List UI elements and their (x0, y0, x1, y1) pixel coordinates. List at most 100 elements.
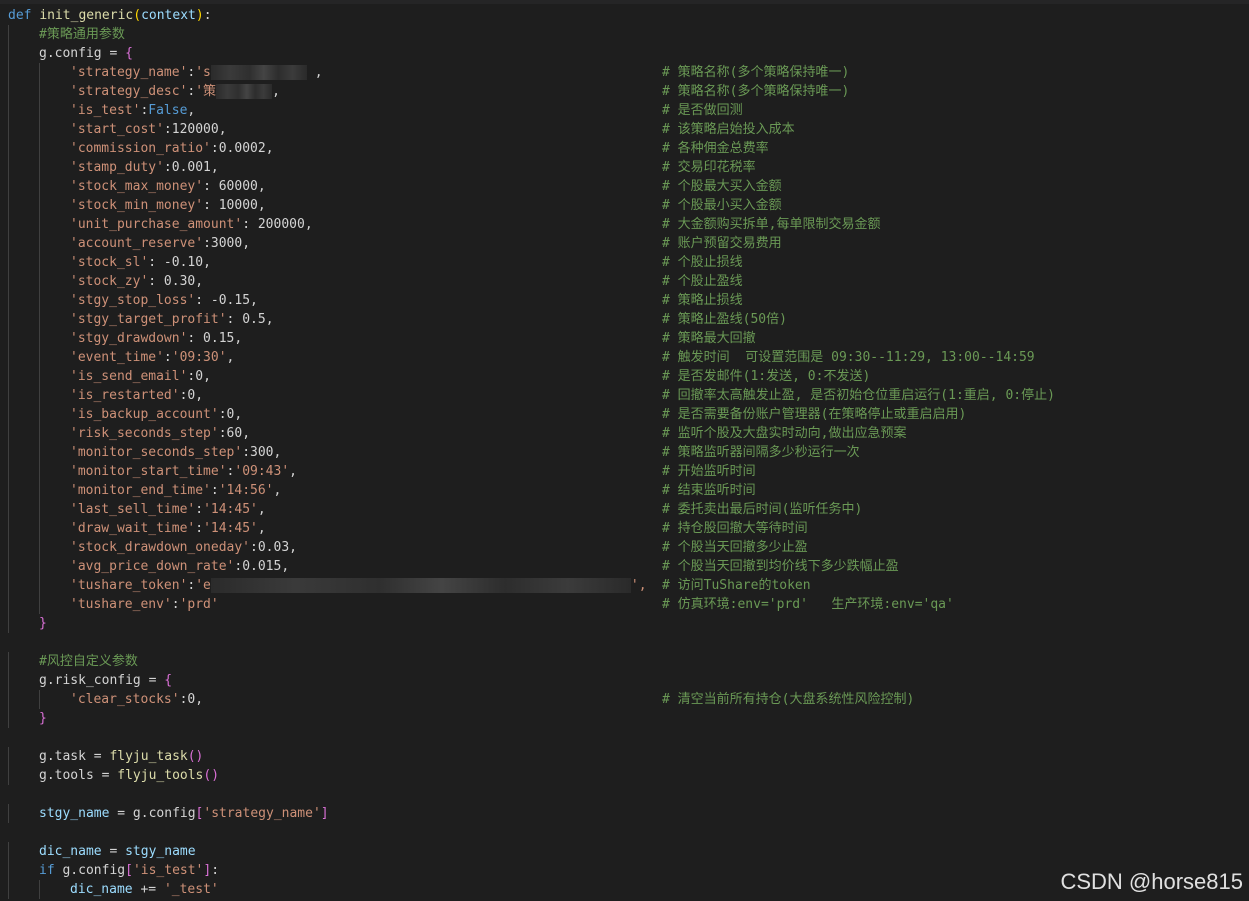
indent-guide (39, 386, 70, 405)
indent-guide (39, 538, 70, 557)
indent-guide (8, 842, 39, 861)
indent-guide (8, 500, 39, 519)
def-keyword: def (8, 8, 40, 23)
config-key: 'strategy_name' (70, 65, 188, 80)
if-line: if g.config['is_test']: (8, 861, 219, 880)
inline-comment: # 仿真环境:env='prd' 生产环境:env='qa' (662, 597, 954, 612)
config-item-line: 'monitor_start_time':'09:43', # 开始监听时间 (8, 462, 756, 481)
config-item-line: 'account_reserve':3000, # 账户预留交易费用 (8, 234, 782, 253)
dic-name-src: stgy_name (125, 844, 196, 859)
inline-comment: # 结束监听时间 (662, 483, 756, 498)
config-key: 'risk_seconds_step' (70, 426, 219, 441)
tools-line: g.tools = flyju_tools() (8, 766, 219, 785)
indent-guide (39, 63, 70, 82)
config-value: 3000 (210, 236, 243, 251)
indent-guide (8, 766, 39, 785)
indent-guide (39, 196, 70, 215)
config-item-line: 'stock_max_money': 60000, # 个股最大买入金额 (8, 177, 782, 196)
config-value: '09:30' (171, 350, 227, 365)
indent-guide (39, 272, 70, 291)
risk-open-line: g.risk_config = { (8, 671, 172, 690)
config-key: 'start_cost' (70, 122, 164, 137)
inline-comment: # 回撤率太高触发止盈, 是否初始仓位重启运行(1:重启, 0:停止) (662, 388, 1055, 403)
punct: , (257, 198, 266, 213)
inline-comment: # 个股止盈线 (662, 274, 743, 289)
watermark: CSDN @horse815 (1060, 869, 1243, 894)
inline-comment: # 是否需要备份账户管理器(在策略停止或重启启用) (662, 407, 967, 422)
config-key: 'account_reserve' (70, 236, 204, 251)
paren-close: ) (195, 8, 204, 23)
config-item-line: 'stock_sl': -0.10, # 个股止损线 (8, 253, 743, 272)
punct: , (187, 103, 196, 118)
indent-guide (8, 576, 39, 595)
brace-close: } (39, 616, 47, 631)
inline-comment: # 监听个股及大盘实时动向,做出应急预案 (662, 426, 907, 441)
config-item-line: 'stamp_duty':0.001, # 交易印花税率 (8, 158, 756, 177)
indent-guide (39, 177, 70, 196)
config-key: 'tushare_env' (70, 597, 172, 612)
indent-guide (39, 158, 70, 177)
config-key: 'unit_purchase_amount' (70, 217, 243, 232)
indent-guide (8, 386, 39, 405)
config-item-line: 'commission_ratio':0.0002, # 各种佣金总费率 (8, 139, 769, 158)
dic-name-var: dic_name (70, 882, 133, 897)
indent-guide (8, 253, 39, 272)
config-item-line: 'avg_price_down_rate':0.015, # 个股当天回撤到均价线… (8, 557, 899, 576)
config-value: 0.30 (156, 274, 196, 289)
config-item-line: 'stgy_stop_loss': -0.15, # 策略止损线 (8, 291, 743, 310)
indent-guide (8, 139, 39, 158)
colon: : (242, 217, 251, 232)
config-item-line: 'tushare_token':'e ', # 访问TuShare的token (8, 576, 811, 595)
indent-guide (39, 234, 70, 253)
inline-comment: # 委托卖出最后时间(监听任务中) (662, 502, 863, 517)
colon: : (163, 350, 172, 365)
indent-guide (8, 158, 39, 177)
function-name: init_generic (39, 8, 134, 23)
inline-comment: # 策略名称(多个策略保持唯一) (662, 65, 850, 80)
colon: : (250, 540, 258, 555)
indent-guide (8, 595, 39, 614)
config-key: 'stock_zy' (70, 274, 149, 289)
config-key: 'is_send_email' (70, 369, 188, 384)
punct: , (306, 65, 323, 80)
task-call: flyju_task (109, 749, 188, 764)
indent-guide (8, 557, 39, 576)
punct: , (273, 445, 282, 460)
bracket-close: ] (320, 806, 329, 821)
indent-guide (39, 481, 70, 500)
punct: , (257, 179, 266, 194)
code-editor[interactable]: def init_generic(context): #策略通用参数 g.confi… (0, 0, 1249, 901)
indent-guide (8, 234, 39, 253)
config-value: 200000 (250, 217, 305, 232)
config-value: -0.10 (156, 255, 204, 270)
punct: , (234, 407, 243, 422)
colon: : (210, 141, 219, 156)
config-key: 'monitor_end_time' (70, 483, 211, 498)
tools-call: flyju_tools (117, 768, 204, 783)
if-src: g.config (62, 863, 126, 878)
inline-comment: # 个股止损线 (662, 255, 743, 270)
indent-guide (39, 310, 70, 329)
config-key: 'stgy_target_profit' (70, 312, 227, 327)
punct: , (257, 502, 266, 517)
config-key: 'last_sell_time' (70, 502, 196, 517)
indent-guide (8, 82, 39, 101)
indent-guide (8, 120, 39, 139)
function-param: context (141, 8, 196, 23)
call-parens: () (203, 768, 220, 783)
inline-comment: # 个股最小买入金额 (662, 198, 782, 213)
config-item-line: 'stock_zy': 0.30, # 个股止盈线 (8, 272, 743, 291)
colon: : (211, 863, 220, 878)
config-item-line: 'unit_purchase_amount': 200000, # 大金额购买拆单… (8, 215, 880, 234)
comment-line: #策略通用参数 (8, 25, 125, 44)
colon: : (195, 502, 204, 517)
colon: : (163, 122, 172, 137)
config-value: '14:45' (203, 521, 258, 536)
punct: ', (630, 578, 647, 593)
inline-comment: # 账户预留交易费用 (662, 236, 782, 251)
config-value: 0.001 (171, 160, 211, 175)
indent-guide (39, 880, 70, 899)
config-item-line: 'monitor_seconds_step':300, # 策略监听器间隔多少秒运… (8, 443, 860, 462)
indent-guide (39, 462, 70, 481)
config-key: 'commission_ratio' (70, 141, 211, 156)
